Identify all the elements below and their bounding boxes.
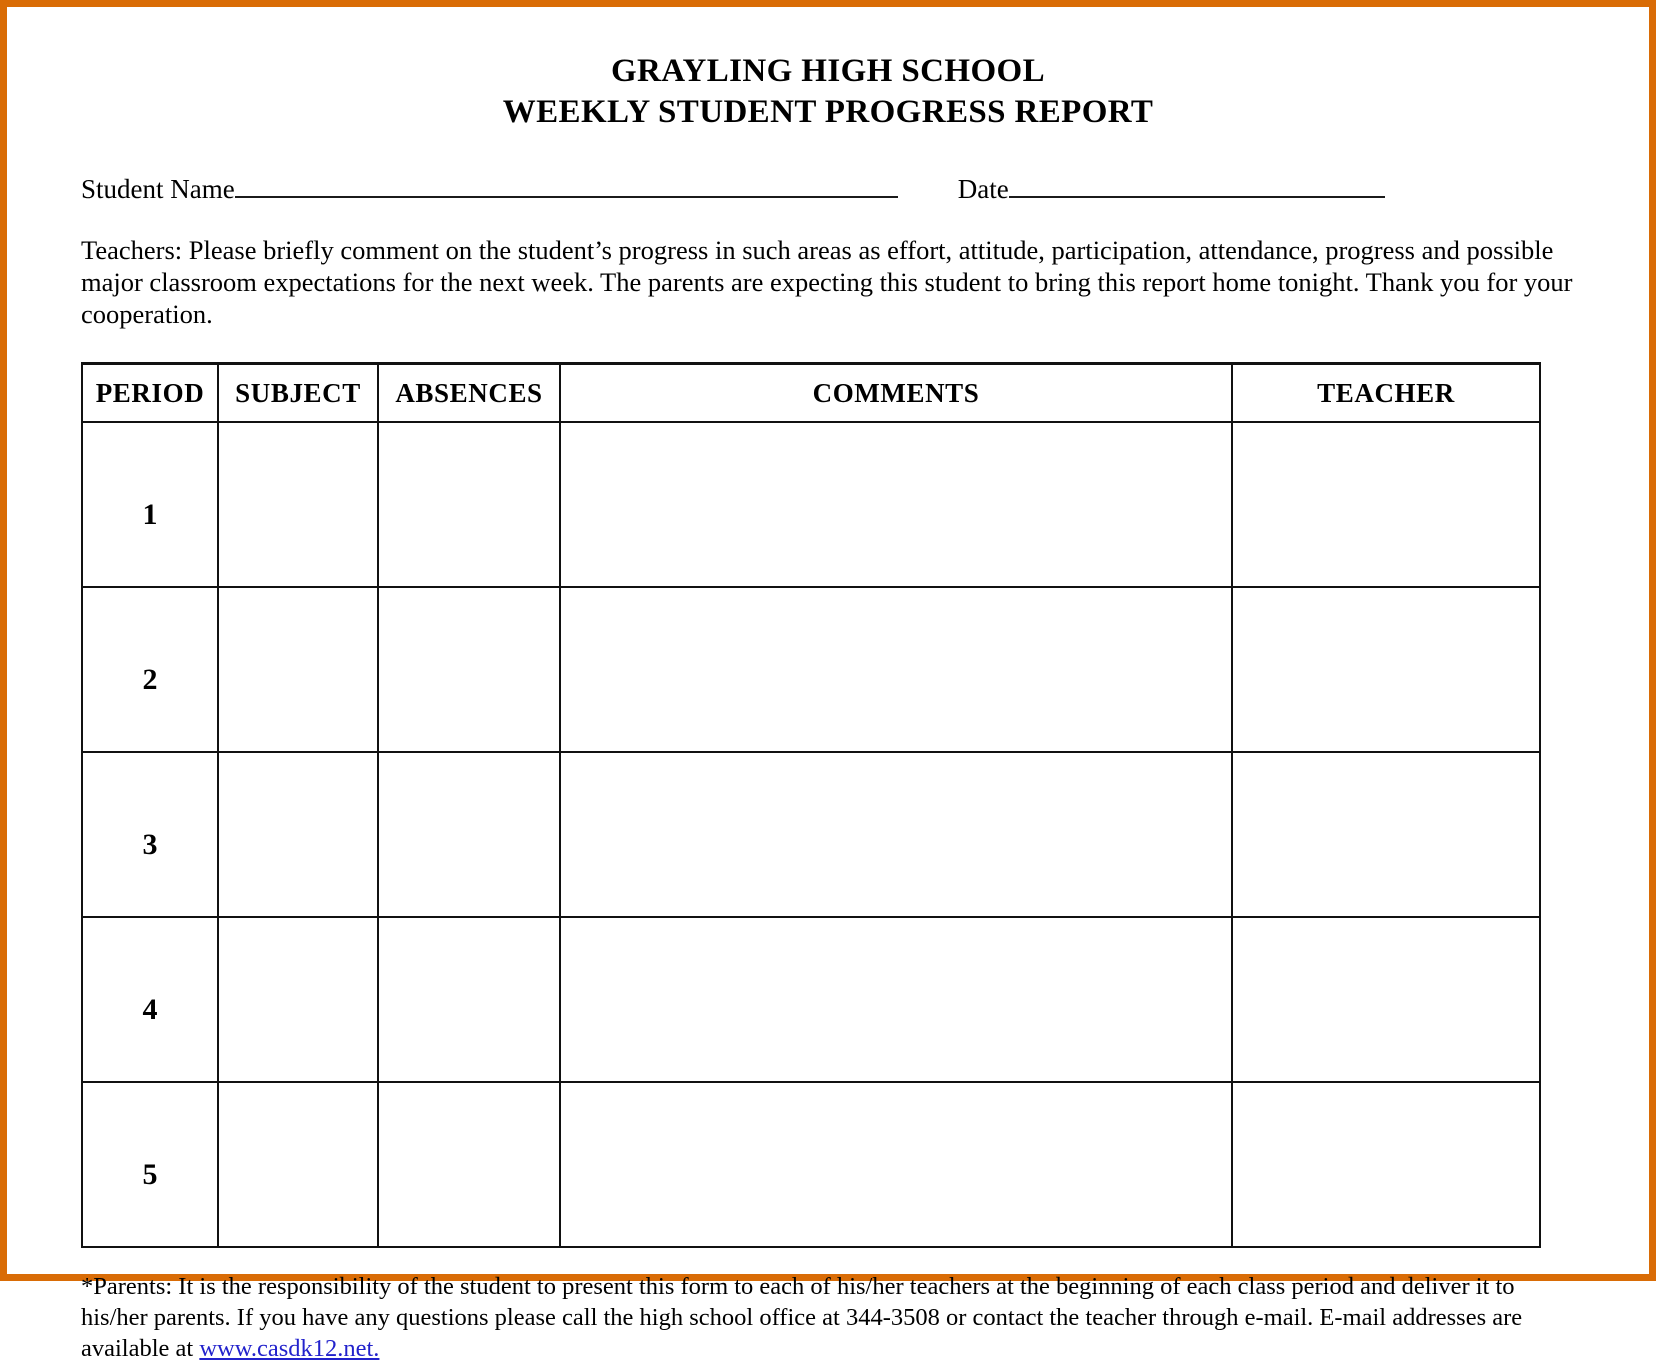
column-header-teacher: TEACHER: [1231, 362, 1541, 423]
cell-absences[interactable]: [377, 916, 561, 1083]
table-row: 4: [81, 916, 1541, 1083]
progress-table: PERIOD SUBJECT ABSENCES COMMENTS TEACHER…: [81, 362, 1541, 1248]
column-header-absences: ABSENCES: [377, 362, 561, 423]
table-row: 3: [81, 751, 1541, 918]
column-header-period: PERIOD: [81, 362, 219, 423]
column-header-subject: SUBJECT: [217, 362, 379, 423]
title-line-report: WEEKLY STUDENT PROGRESS REPORT: [502, 94, 1154, 130]
document-page: GRAYLING HIGH SCHOOL WEEKLY STUDENT PROG…: [0, 0, 1656, 1362]
student-name-input[interactable]: [234, 176, 898, 198]
teacher-instructions: Teachers: Please briefly comment on the …: [81, 235, 1573, 329]
table-header: PERIOD SUBJECT ABSENCES COMMENTS TEACHER: [81, 362, 1541, 423]
table-row: 5: [81, 1081, 1541, 1248]
date-label: Date: [957, 174, 1009, 204]
casdk12-link[interactable]: www.casdk12.net.: [199, 1335, 379, 1362]
cell-teacher[interactable]: [1231, 1081, 1541, 1248]
parents-footnote: *Parents: It is the responsibility of th…: [69, 1271, 1587, 1364]
cell-comments[interactable]: [559, 751, 1233, 918]
cell-subject[interactable]: [217, 586, 379, 753]
cell-comments[interactable]: [559, 421, 1233, 588]
table-row: 2: [81, 586, 1541, 753]
cell-teacher[interactable]: [1231, 586, 1541, 753]
cell-teacher[interactable]: [1231, 916, 1541, 1083]
table-header-row: PERIOD SUBJECT ABSENCES COMMENTS TEACHER: [81, 362, 1541, 423]
page-title: GRAYLING HIGH SCHOOL WEEKLY STUDENT PROG…: [69, 7, 1587, 133]
cell-absences[interactable]: [377, 421, 561, 588]
cell-period: 5: [81, 1081, 219, 1248]
cell-period: 4: [81, 916, 219, 1083]
identification-row: Student Name Date: [69, 174, 1587, 204]
cell-teacher[interactable]: [1231, 421, 1541, 588]
cell-subject[interactable]: [217, 1081, 379, 1248]
cell-subject[interactable]: [217, 916, 379, 1083]
cell-absences[interactable]: [377, 1081, 561, 1248]
cell-subject[interactable]: [217, 421, 379, 588]
table-row: 1: [81, 421, 1541, 588]
table-body: 1 2 3 4 5: [81, 421, 1541, 1248]
document-sheet: GRAYLING HIGH SCHOOL WEEKLY STUDENT PROG…: [7, 7, 1649, 1362]
student-name-label: Student Name: [81, 174, 235, 204]
column-header-comments: COMMENTS: [559, 362, 1233, 423]
cell-absences[interactable]: [377, 586, 561, 753]
date-input[interactable]: [1008, 176, 1385, 198]
cell-absences[interactable]: [377, 751, 561, 918]
cell-teacher[interactable]: [1231, 751, 1541, 918]
cell-comments[interactable]: [559, 916, 1233, 1083]
cell-comments[interactable]: [559, 586, 1233, 753]
cell-period: 1: [81, 421, 219, 588]
cell-period: 3: [81, 751, 219, 918]
cell-subject[interactable]: [217, 751, 379, 918]
cell-comments[interactable]: [559, 1081, 1233, 1248]
cell-period: 2: [81, 586, 219, 753]
title-line-school: GRAYLING HIGH SCHOOL: [610, 53, 1046, 89]
